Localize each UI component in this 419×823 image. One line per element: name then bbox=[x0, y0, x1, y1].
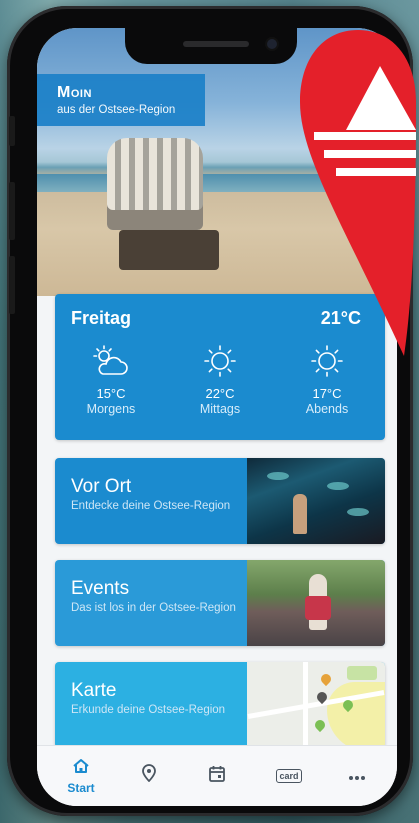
fish-shape bbox=[347, 508, 369, 516]
tab-card[interactable]: card bbox=[259, 766, 319, 784]
card-icon: card bbox=[276, 769, 302, 783]
fish-shape bbox=[327, 482, 349, 490]
weather-label-morning: Morgens bbox=[86, 402, 136, 416]
phone-volume-up bbox=[9, 182, 15, 240]
brand-marker-logo bbox=[300, 30, 416, 356]
card-karte[interactable]: Karte Erkunde deine Ostsee-Region bbox=[55, 662, 385, 748]
performer-dress bbox=[305, 596, 331, 620]
tab-locations[interactable] bbox=[119, 764, 179, 787]
event-crowd-image bbox=[247, 560, 385, 646]
card-vor-ort[interactable]: Vor Ort Entdecke deine Ostsee-Region bbox=[55, 458, 385, 544]
tab-more[interactable] bbox=[327, 768, 387, 786]
greeting-title: Moin bbox=[57, 84, 92, 101]
phone-notch bbox=[125, 28, 297, 64]
greeting-subtitle: aus der Ostsee-Region bbox=[57, 104, 176, 116]
greeting-banner: Moin aus der Ostsee-Region bbox=[37, 74, 205, 126]
home-icon bbox=[73, 759, 89, 773]
bottom-tab-bar: Start card bbox=[37, 745, 397, 806]
map-road bbox=[303, 662, 308, 748]
beach-chair-seat bbox=[119, 230, 219, 270]
partly-cloudy-icon bbox=[93, 345, 128, 375]
card-subtitle: Erkunde deine Ostsee-Region bbox=[71, 704, 226, 716]
map-pin-icon bbox=[318, 671, 334, 687]
weather-period-morning: 15°C Morgens bbox=[61, 344, 161, 416]
weather-period-noon: 22°C Mittags bbox=[170, 344, 270, 416]
map-pin-icon bbox=[312, 717, 328, 733]
tab-start[interactable]: Start bbox=[51, 758, 111, 795]
card-title: Events bbox=[71, 578, 130, 599]
child-silhouette bbox=[293, 494, 307, 534]
card-title: Karte bbox=[71, 680, 117, 701]
phone-camera bbox=[267, 39, 277, 49]
card-subtitle: Entdecke deine Ostsee-Region bbox=[71, 500, 231, 512]
sun-icon bbox=[204, 345, 236, 377]
weather-label-evening: Abends bbox=[305, 402, 349, 416]
calendar-icon bbox=[209, 766, 225, 782]
fish-shape bbox=[267, 472, 289, 480]
weather-temp-noon: 22°C bbox=[205, 386, 235, 401]
map-park bbox=[347, 666, 377, 680]
location-pin-icon bbox=[142, 764, 156, 783]
card-events[interactable]: Events Das ist los in der Ostsee-Region bbox=[55, 560, 385, 646]
weather-day: Freitag bbox=[71, 308, 132, 328]
tab-start-label: Start bbox=[67, 781, 95, 795]
map-preview-image bbox=[247, 662, 385, 748]
tab-events[interactable] bbox=[187, 765, 247, 788]
phone-silent-switch bbox=[9, 116, 15, 146]
weather-temp-evening: 17°C bbox=[312, 386, 342, 401]
more-icon bbox=[349, 776, 365, 780]
phone-speaker bbox=[183, 41, 249, 47]
card-subtitle: Das ist los in der Ostsee-Region bbox=[71, 602, 236, 614]
weather-label-noon: Mittags bbox=[199, 402, 241, 416]
card-title: Vor Ort bbox=[71, 476, 132, 497]
aquarium-image bbox=[247, 458, 385, 544]
weather-temp-morning: 15°C bbox=[96, 386, 126, 401]
phone-volume-down bbox=[9, 256, 15, 314]
beach-chair bbox=[107, 138, 203, 230]
